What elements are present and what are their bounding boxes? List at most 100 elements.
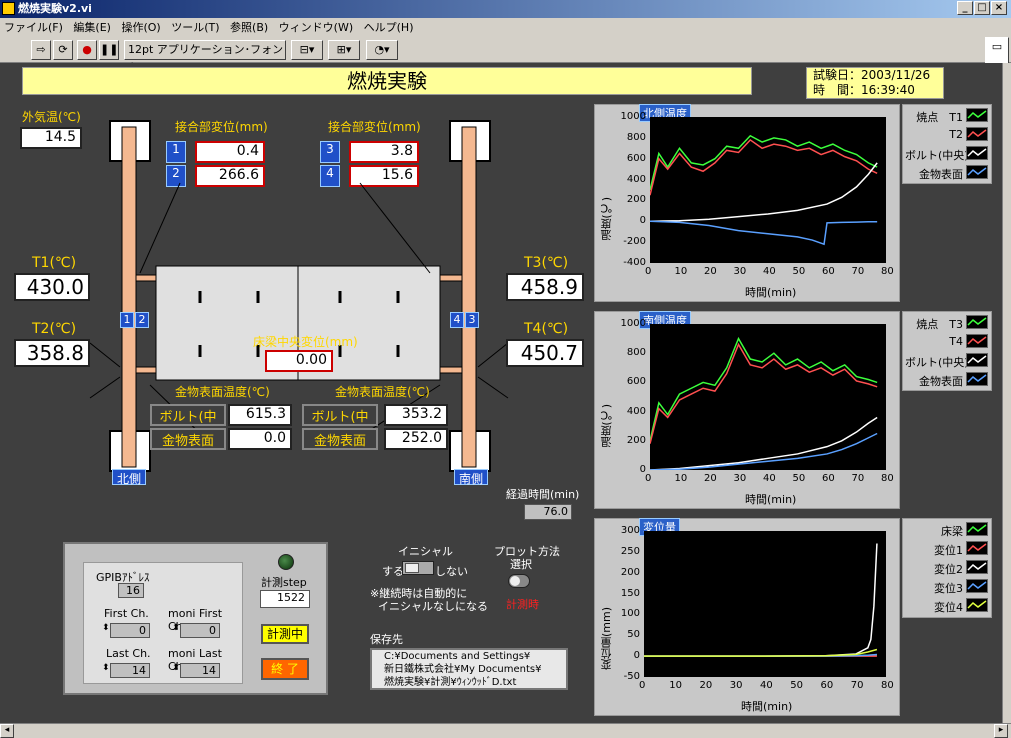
chart0-ytick: 600 — [626, 152, 646, 164]
chart2-xtick: 10 — [669, 680, 682, 691]
pause-icon[interactable]: ❚❚ — [99, 40, 119, 60]
sensor-3-marker: 3 — [465, 312, 479, 328]
sensor-1-marker: 1 — [120, 312, 134, 328]
page-title: 燃焼実験 — [22, 67, 752, 95]
chart1-ytick: 600 — [626, 376, 646, 388]
north-temp-graph: 北側温度 温度(℃) 時間(min) 1000 800 600 400 200 0 -200… — [594, 104, 900, 302]
distribute-icon[interactable]: ⊞▾ — [328, 40, 360, 60]
moni-first-ch-stepper-icon[interactable]: ⬍ — [172, 623, 180, 633]
chart2-xtick: 80 — [881, 680, 894, 691]
close-button[interactable]: × — [991, 1, 1007, 15]
abort-icon[interactable]: ● — [77, 40, 97, 60]
elapsed-value: 76.0 — [524, 504, 572, 520]
first-ch-stepper-icon[interactable]: ⬍ — [102, 623, 110, 633]
chart0-ytick: 0 — [639, 215, 646, 227]
sensor-2-marker: 2 — [135, 312, 149, 328]
initial-toggle-knob — [405, 563, 419, 573]
north-label: 北側 — [112, 469, 146, 486]
horizontal-scrollbar[interactable]: ◂ ▸ — [0, 723, 1011, 738]
north-temp-ylabel: 温度(℃) — [600, 197, 613, 241]
moni-first-ch-input[interactable]: 0 — [180, 623, 220, 638]
chart0-series-2 — [649, 162, 878, 223]
chart0-xtick: 50 — [792, 266, 806, 277]
t3-label: T3(℃) — [524, 255, 569, 271]
moni-last-ch-stepper-icon[interactable]: ⬍ — [172, 663, 180, 673]
metal-temp-left: 0.0 — [228, 428, 292, 450]
chart1-xtick: 70 — [851, 473, 865, 484]
align-icon[interactable]: ⊟▾ — [291, 40, 323, 60]
save-path-field[interactable]: C:¥Documents and Settings¥ 新日鐵株式会社¥My Do… — [370, 648, 568, 690]
chart2-legend-swatch-4 — [966, 598, 988, 612]
chart1-ytick: 200 — [626, 434, 646, 446]
metal-temp-right: 252.0 — [384, 428, 448, 450]
reorder-icon[interactable]: ◔▾ — [366, 40, 398, 60]
chart2-ytick: 150 — [620, 587, 640, 599]
metal-label-right: 金物表面 — [302, 428, 378, 450]
test-info: 試験日：2003/11/26 時 間：16:39:40 — [806, 67, 944, 99]
initial-note-2: イニシャルなしになる — [378, 600, 488, 613]
vertical-scrollbar[interactable] — [1002, 63, 1011, 723]
chart0-xtick: 30 — [733, 266, 747, 277]
beam-disp-value: 0.00 — [265, 350, 333, 372]
last-ch-stepper-icon[interactable]: ⬍ — [102, 663, 110, 673]
south-temp-ylabel: 温度(℃) — [600, 404, 613, 448]
menu-tools[interactable]: ツール(T) — [171, 21, 219, 34]
chart0-legend-swatch-2 — [966, 146, 988, 160]
menu-edit[interactable]: 編集(E) — [73, 21, 111, 34]
chart0-xtick: 10 — [674, 266, 688, 277]
initial-no-label: しない — [435, 565, 468, 578]
save-path-line-1: C:¥Documents and Settings¥ — [384, 651, 531, 662]
plot-method-switch[interactable] — [508, 574, 530, 588]
toolbar: ⇨ ⟳ ● ❚❚ 12pt アプリケーション･フォント ▾ ⊟▾ ⊞▾ ◔▾ ▭ — [0, 37, 1011, 74]
first-ch-input[interactable]: 0 — [110, 623, 150, 638]
chart2-legend-1: 変位1 — [934, 544, 963, 557]
chart0-xtick: 80 — [881, 266, 894, 277]
chart2-ytick: 200 — [620, 566, 640, 578]
chart1-legend-swatch-1 — [966, 334, 988, 348]
menu-operate[interactable]: 操作(O) — [121, 21, 160, 34]
scroll-right-icon[interactable]: ▸ — [994, 724, 1008, 738]
bolt-temp-right: 353.2 — [384, 404, 448, 426]
initial-yes-label: する — [382, 565, 404, 578]
chart1-xtick: 30 — [733, 473, 747, 484]
maximize-button[interactable]: □ — [974, 1, 990, 15]
minimize-button[interactable]: _ — [957, 1, 973, 15]
menu-window[interactable]: ウィンドウ(W) — [279, 21, 353, 34]
run-arrow-icon[interactable]: ⇨ — [31, 40, 51, 60]
moni-last-ch-input[interactable]: 14 — [180, 663, 220, 678]
chart0-legend-2: ボルト(中央) — [905, 149, 969, 162]
menu-browse[interactable]: 参照(B) — [230, 21, 268, 34]
chart2-ytick: -50 — [623, 671, 640, 682]
first-ch-label: First Ch. — [104, 607, 149, 620]
south-temp-graph: 南側温度 温度(℃) 時間(min) 1000 800 600 400 200 0 0 10 2… — [594, 311, 900, 509]
chart2-ytick: 100 — [620, 608, 640, 620]
chart0-xtick: 70 — [851, 266, 865, 277]
menu-help[interactable]: ヘルプ(H) — [364, 21, 414, 34]
chart1-legend-1: T4 — [949, 335, 963, 348]
chart0-legend-1: T2 — [949, 128, 963, 141]
chart0-series-1 — [649, 138, 878, 196]
chart0-legend-swatch-1 — [966, 127, 988, 141]
measuring-button[interactable]: 計測中 — [261, 624, 309, 644]
chart0-ytick: -400 — [623, 257, 646, 268]
menu-file[interactable]: ファイル(F) — [4, 21, 63, 34]
save-path-label: 保存先 — [370, 633, 403, 646]
end-button[interactable]: 終 了 — [261, 658, 309, 680]
north-temp-plot — [649, 117, 886, 263]
run-continuous-icon[interactable]: ⟳ — [53, 40, 73, 60]
sensor-4-marker: 4 — [450, 312, 464, 328]
initial-toggle[interactable] — [402, 561, 434, 575]
t1-label: T1(℃) — [32, 255, 77, 271]
plot-method-state: 計測時 — [506, 598, 539, 611]
chart2-xtick: 0 — [639, 680, 646, 691]
last-ch-input[interactable]: 14 — [110, 663, 150, 678]
chart1-legend-3: 金物表面 — [919, 375, 963, 388]
font-select[interactable]: 12pt アプリケーション･フォント ▾ — [124, 40, 286, 74]
chart0-ytick: 1000 — [620, 111, 646, 122]
scroll-left-icon[interactable]: ◂ — [0, 724, 14, 738]
elapsed-label: 経過時間(min) — [506, 488, 580, 501]
north-temp-xlabel: 時間(min) — [745, 286, 797, 299]
chart1-series-3 — [649, 432, 878, 471]
chart2-xtick: 70 — [850, 680, 864, 691]
metal-temp-label-left: 金物表面温度(℃) — [175, 385, 270, 399]
